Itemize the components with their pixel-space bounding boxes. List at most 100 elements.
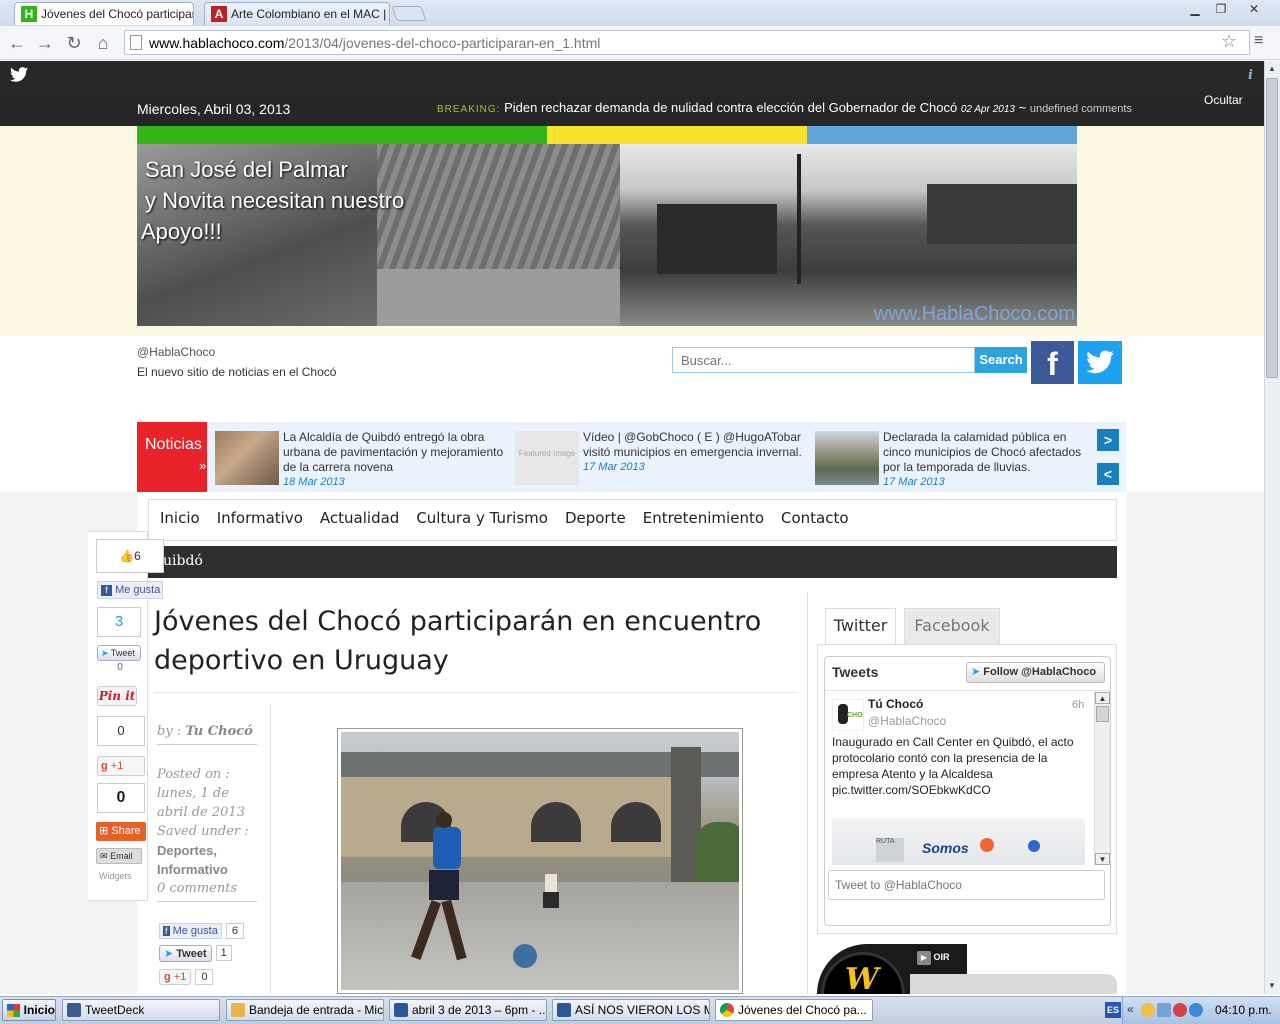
- scroll-down-icon[interactable]: ▼: [1266, 979, 1278, 993]
- taskbar-item-outlook[interactable]: Bandeja de entrada - Mic...: [226, 999, 384, 1021]
- ticker-item-1[interactable]: La Alcaldía de Quibdó entregó la obra ur…: [283, 430, 508, 490]
- forward-icon[interactable]: →: [34, 32, 56, 54]
- scroll-down-icon[interactable]: ▼: [1095, 853, 1110, 865]
- article-tweet[interactable]: ➤ Tweet 1: [159, 943, 255, 963]
- ticker-next-button[interactable]: >: [1097, 429, 1119, 451]
- ticker-item-text[interactable]: Vídeo | @GobChoco ( E ) @HugoATobar visi…: [583, 430, 808, 460]
- close-window-icon[interactable]: ✕: [1236, 2, 1272, 16]
- taskbar-item-word-2[interactable]: ASÍ NOS VIERON LOS M...: [552, 999, 710, 1021]
- header-banner-image[interactable]: San José del Palmar y Novita necesitan n…: [137, 144, 1077, 326]
- widget-scrollbar[interactable]: ▲ ▼: [1094, 692, 1110, 865]
- like-count-box: 👍6: [96, 539, 164, 573]
- scroll-thumb[interactable]: [1266, 78, 1278, 378]
- taskbar-item-chrome[interactable]: Jóvenes del Chocó pa...: [715, 999, 873, 1021]
- nav-item-informativo[interactable]: Informativo: [217, 509, 303, 527]
- tweet-time[interactable]: 6h: [1072, 699, 1084, 711]
- breaking-text[interactable]: Piden rechazar demanda de nulidad contra…: [504, 100, 957, 115]
- star-icon[interactable]: ☆: [1221, 31, 1237, 52]
- sub-nav-item[interactable]: uibdó: [163, 553, 203, 569]
- close-icon[interactable]: ✕: [386, 7, 389, 21]
- ticker-thumb[interactable]: [815, 431, 879, 485]
- facebook-icon[interactable]: f: [1031, 341, 1074, 384]
- tweet-button[interactable]: ➤ Tweet: [159, 944, 212, 962]
- ticker-item-2[interactable]: Vídeo | @GobChoco ( E ) @HugoATobar visi…: [583, 430, 808, 475]
- search-button[interactable]: Search: [975, 347, 1027, 373]
- ticker-item-text[interactable]: Declarada la calamidad pública en cinco …: [883, 430, 1093, 475]
- twitter-bird-icon[interactable]: [10, 67, 28, 82]
- pinterest-button[interactable]: Pin it: [97, 686, 137, 706]
- author-link[interactable]: Tu Chocó: [185, 724, 253, 739]
- nav-item-contacto[interactable]: Contacto: [781, 509, 849, 527]
- security-icon[interactable]: [1173, 1003, 1187, 1017]
- tweet-compose-input[interactable]: [828, 870, 1105, 900]
- word-icon: [557, 1003, 571, 1017]
- back-icon[interactable]: ←: [6, 32, 28, 54]
- facebook-like-button[interactable]: f Me gusta: [159, 923, 222, 939]
- home-icon[interactable]: ⌂: [92, 32, 114, 54]
- follow-button[interactable]: ➤ Follow @HablaChoco: [966, 662, 1105, 683]
- address-bar[interactable]: www.hablachoco.com/2013/04/jovenes-del-c…: [124, 30, 1250, 55]
- breaking-comments[interactable]: undefined comments: [1030, 103, 1132, 115]
- tweet-author-handle[interactable]: @HablaChoco: [868, 714, 946, 728]
- tweet-link[interactable]: pic.twitter.com/SOEbkwKdCO: [832, 782, 1087, 798]
- new-tab-button[interactable]: [391, 6, 427, 21]
- scroll-up-icon[interactable]: ▲: [1266, 62, 1278, 76]
- tray-expand-icon[interactable]: «: [1127, 1002, 1134, 1016]
- email-button[interactable]: ✉ Email: [96, 848, 142, 864]
- ticker-thumb[interactable]: [215, 431, 279, 485]
- comments-link[interactable]: 0 comments: [157, 879, 257, 902]
- gplus-count: 0: [195, 969, 214, 985]
- site-tagline: El nuevo sitio de noticias en el Chocó: [137, 365, 337, 379]
- widgets-label[interactable]: Widgets: [99, 871, 132, 881]
- tweet-media[interactable]: RUTA Somos: [832, 808, 1085, 865]
- restore-icon[interactable]: ❐: [1210, 2, 1232, 16]
- nav-item-inicio[interactable]: Inicio: [160, 509, 200, 527]
- taskbar-item-word-1[interactable]: abril 3 de 2013 – 6pm - ...: [389, 999, 547, 1021]
- tab-twitter[interactable]: Twitter: [825, 608, 896, 644]
- ticker-item-3[interactable]: Declarada la calamidad pública en cinco …: [883, 430, 1093, 490]
- facebook-like-button[interactable]: f Me gusta: [97, 581, 163, 599]
- featured-image-placeholder[interactable]: Featured Image: [515, 431, 579, 485]
- volume-icon[interactable]: [1189, 1003, 1203, 1017]
- scroll-up-icon[interactable]: ▲: [1095, 692, 1110, 704]
- share-button[interactable]: ⊞ Share: [96, 822, 146, 841]
- search-input[interactable]: [672, 347, 975, 373]
- ticker-item-text[interactable]: La Alcaldía de Quibdó entregó la obra ur…: [283, 430, 508, 475]
- category-deportes[interactable]: Deportes,: [157, 841, 257, 860]
- site-handle: @HablaChoco: [137, 345, 216, 359]
- article-gplus[interactable]: g +1 0: [159, 967, 255, 987]
- tab-facebook[interactable]: Facebook: [904, 608, 1000, 644]
- nav-item-actualidad[interactable]: Actualidad: [320, 509, 399, 527]
- menu-icon[interactable]: ≡: [1254, 32, 1263, 50]
- tweet-button[interactable]: ➤ Tweet: [97, 645, 141, 661]
- article-fb-like[interactable]: f Me gusta 6: [159, 921, 255, 941]
- breaking-news[interactable]: BREAKING: Piden rechazar demanda de nuli…: [437, 100, 1137, 115]
- category-informativo[interactable]: Informativo: [157, 860, 257, 879]
- hide-button[interactable]: Ocultar: [1204, 93, 1243, 107]
- scroll-thumb[interactable]: [1096, 706, 1109, 722]
- tray-app-icon[interactable]: [1141, 1003, 1155, 1017]
- network-icon[interactable]: [1157, 1003, 1171, 1017]
- minimize-icon[interactable]: ▁: [1184, 2, 1206, 16]
- play-radio-button[interactable]: ▶ OIR: [917, 951, 950, 965]
- outlook-icon: [231, 1003, 245, 1017]
- google-icon: g: [101, 760, 108, 772]
- clock[interactable]: 04:10 p.m.: [1215, 1003, 1272, 1017]
- avatar[interactable]: CHOCÓ: [832, 699, 864, 731]
- gplus-button[interactable]: g +1: [97, 756, 145, 776]
- ticker-prev-button[interactable]: <: [1097, 463, 1119, 485]
- reload-icon[interactable]: ↻: [63, 32, 85, 54]
- tab-active[interactable]: H Jóvenes del Chocó participar ✕: [14, 2, 194, 25]
- article-photo[interactable]: [337, 728, 743, 994]
- language-indicator[interactable]: ES: [1105, 1002, 1121, 1018]
- info-icon[interactable]: i: [1248, 68, 1253, 83]
- nav-item-entretenimiento[interactable]: Entretenimiento: [643, 509, 764, 527]
- gplus-button[interactable]: g +1: [159, 969, 192, 985]
- tweet-author-name[interactable]: Tú Chocó: [868, 697, 923, 711]
- nav-item-deporte[interactable]: Deporte: [565, 509, 626, 527]
- taskbar-item-tweetdeck[interactable]: TweetDeck: [62, 999, 220, 1021]
- start-button[interactable]: Inicio: [2, 999, 56, 1021]
- nav-item-cultura[interactable]: Cultura y Turismo: [416, 509, 548, 527]
- twitter-icon[interactable]: [1078, 341, 1122, 384]
- tab-arte[interactable]: A Arte Colombiano en el MAC | ✕: [204, 2, 390, 25]
